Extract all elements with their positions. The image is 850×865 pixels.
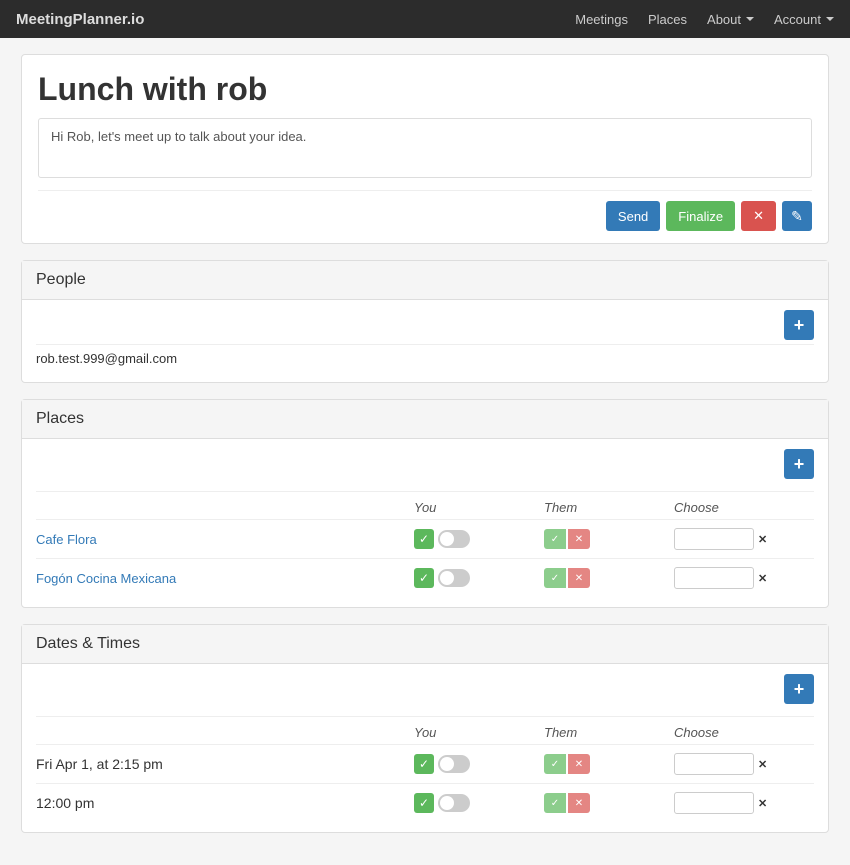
navbar: MeetingPlanner.io Meetings Places About …	[0, 0, 850, 38]
add-person-button[interactable]: +	[784, 310, 814, 340]
place-choose-x-2[interactable]: ✕	[758, 572, 767, 585]
place-choose-x-1[interactable]: ✕	[758, 533, 767, 546]
places-col-you: You	[414, 500, 544, 515]
place-choose-input-1[interactable]	[674, 528, 754, 550]
date-choose-1: ✕	[674, 753, 814, 775]
finalize-button[interactable]: Finalize	[666, 201, 735, 231]
date-you-switch-1[interactable]	[438, 755, 470, 773]
date-choose-x-1[interactable]: ✕	[758, 758, 767, 771]
date-them-right-icon-2[interactable]: ✕	[568, 793, 590, 813]
dates-card-body: + You Them Choose Fri Apr 1, at 2:15 pm …	[22, 664, 828, 832]
place-link-1[interactable]: Cafe Flora	[36, 532, 414, 547]
add-place-button[interactable]: +	[784, 449, 814, 479]
send-button[interactable]: Send	[606, 201, 660, 231]
them-right-icon-2[interactable]: ✕	[568, 568, 590, 588]
dates-table-header: You Them Choose	[36, 716, 814, 744]
main-content: Lunch with rob Hi Rob, let's meet up to …	[5, 38, 845, 865]
places-card: Places + You Them Choose Cafe Flora ✓ ✓ …	[21, 399, 829, 608]
table-row: Fri Apr 1, at 2:15 pm ✓ ✓ ✕ ✕	[36, 744, 814, 783]
add-date-button[interactable]: +	[784, 674, 814, 704]
date-label-2: 12:00 pm	[36, 795, 414, 811]
places-section-title: Places	[22, 400, 828, 439]
date-them-toggle-1: ✓ ✕	[544, 754, 674, 774]
date-you-checkbox-1[interactable]: ✓	[414, 754, 434, 774]
place-them-toggle-1: ✓ ✕	[544, 529, 674, 549]
you-switch-1[interactable]	[438, 530, 470, 548]
them-right-icon-1[interactable]: ✕	[568, 529, 590, 549]
delete-icon: ✕	[753, 208, 764, 223]
place-choose-1: ✕	[674, 528, 814, 550]
date-you-switch-2[interactable]	[438, 794, 470, 812]
dates-col-them: Them	[544, 725, 674, 740]
places-col-them: Them	[544, 500, 674, 515]
date-choose-x-2[interactable]: ✕	[758, 797, 767, 810]
people-email: rob.test.999@gmail.com	[36, 344, 814, 372]
date-you-checkbox-2[interactable]: ✓	[414, 793, 434, 813]
places-table-header: You Them Choose	[36, 491, 814, 519]
account-caret-icon	[826, 17, 834, 21]
place-choose-input-2[interactable]	[674, 567, 754, 589]
date-choose-input-2[interactable]	[674, 792, 754, 814]
date-choose-input-1[interactable]	[674, 753, 754, 775]
delete-button[interactable]: ✕	[741, 201, 776, 231]
date-them-right-icon-1[interactable]: ✕	[568, 754, 590, 774]
date-choose-2: ✕	[674, 792, 814, 814]
meeting-title: Lunch with rob	[38, 71, 812, 108]
table-row: Fogón Cocina Mexicana ✓ ✓ ✕ ✕	[36, 558, 814, 597]
nav-about[interactable]: About	[707, 12, 754, 27]
people-card-body: + rob.test.999@gmail.com	[22, 300, 828, 382]
date-them-toggle-2: ✓ ✕	[544, 793, 674, 813]
place-you-toggle-2: ✓	[414, 568, 544, 588]
date-them-left-icon-1[interactable]: ✓	[544, 754, 566, 774]
navbar-brand: MeetingPlanner.io	[16, 11, 575, 28]
them-left-icon-2[interactable]: ✓	[544, 568, 566, 588]
place-link-2[interactable]: Fogón Cocina Mexicana	[36, 571, 414, 586]
nav-account[interactable]: Account	[774, 12, 834, 27]
dates-col-you: You	[414, 725, 544, 740]
you-switch-2[interactable]	[438, 569, 470, 587]
you-checkbox-1[interactable]: ✓	[414, 529, 434, 549]
nav-places[interactable]: Places	[648, 12, 687, 27]
people-section-title: People	[22, 261, 828, 300]
place-choose-2: ✕	[674, 567, 814, 589]
place-them-toggle-2: ✓ ✕	[544, 568, 674, 588]
date-them-left-icon-2[interactable]: ✓	[544, 793, 566, 813]
people-card: People + rob.test.999@gmail.com	[21, 260, 829, 383]
edit-pencil-icon: ✎	[791, 208, 803, 225]
you-checkbox-2[interactable]: ✓	[414, 568, 434, 588]
navbar-links: Meetings Places About Account	[575, 12, 834, 27]
meeting-title-section: Lunch with rob Hi Rob, let's meet up to …	[21, 54, 829, 244]
meeting-description: Hi Rob, let's meet up to talk about your…	[38, 118, 812, 178]
place-you-toggle-1: ✓	[414, 529, 544, 549]
places-col-choose: Choose	[674, 500, 814, 515]
about-caret-icon	[746, 17, 754, 21]
nav-meetings[interactable]: Meetings	[575, 12, 628, 27]
dates-card: Dates & Times + You Them Choose Fri Apr …	[21, 624, 829, 833]
table-row: Cafe Flora ✓ ✓ ✕ ✕	[36, 519, 814, 558]
table-row: 12:00 pm ✓ ✓ ✕ ✕	[36, 783, 814, 822]
edit-button[interactable]: ✎	[782, 201, 812, 231]
places-card-body: + You Them Choose Cafe Flora ✓ ✓ ✕	[22, 439, 828, 607]
dates-section-title: Dates & Times	[22, 625, 828, 664]
them-left-icon-1[interactable]: ✓	[544, 529, 566, 549]
date-you-toggle-1: ✓	[414, 754, 544, 774]
meeting-actions: Send Finalize ✕ ✎	[38, 190, 812, 231]
date-you-toggle-2: ✓	[414, 793, 544, 813]
dates-col-choose: Choose	[674, 725, 814, 740]
date-label-1: Fri Apr 1, at 2:15 pm	[36, 756, 414, 772]
